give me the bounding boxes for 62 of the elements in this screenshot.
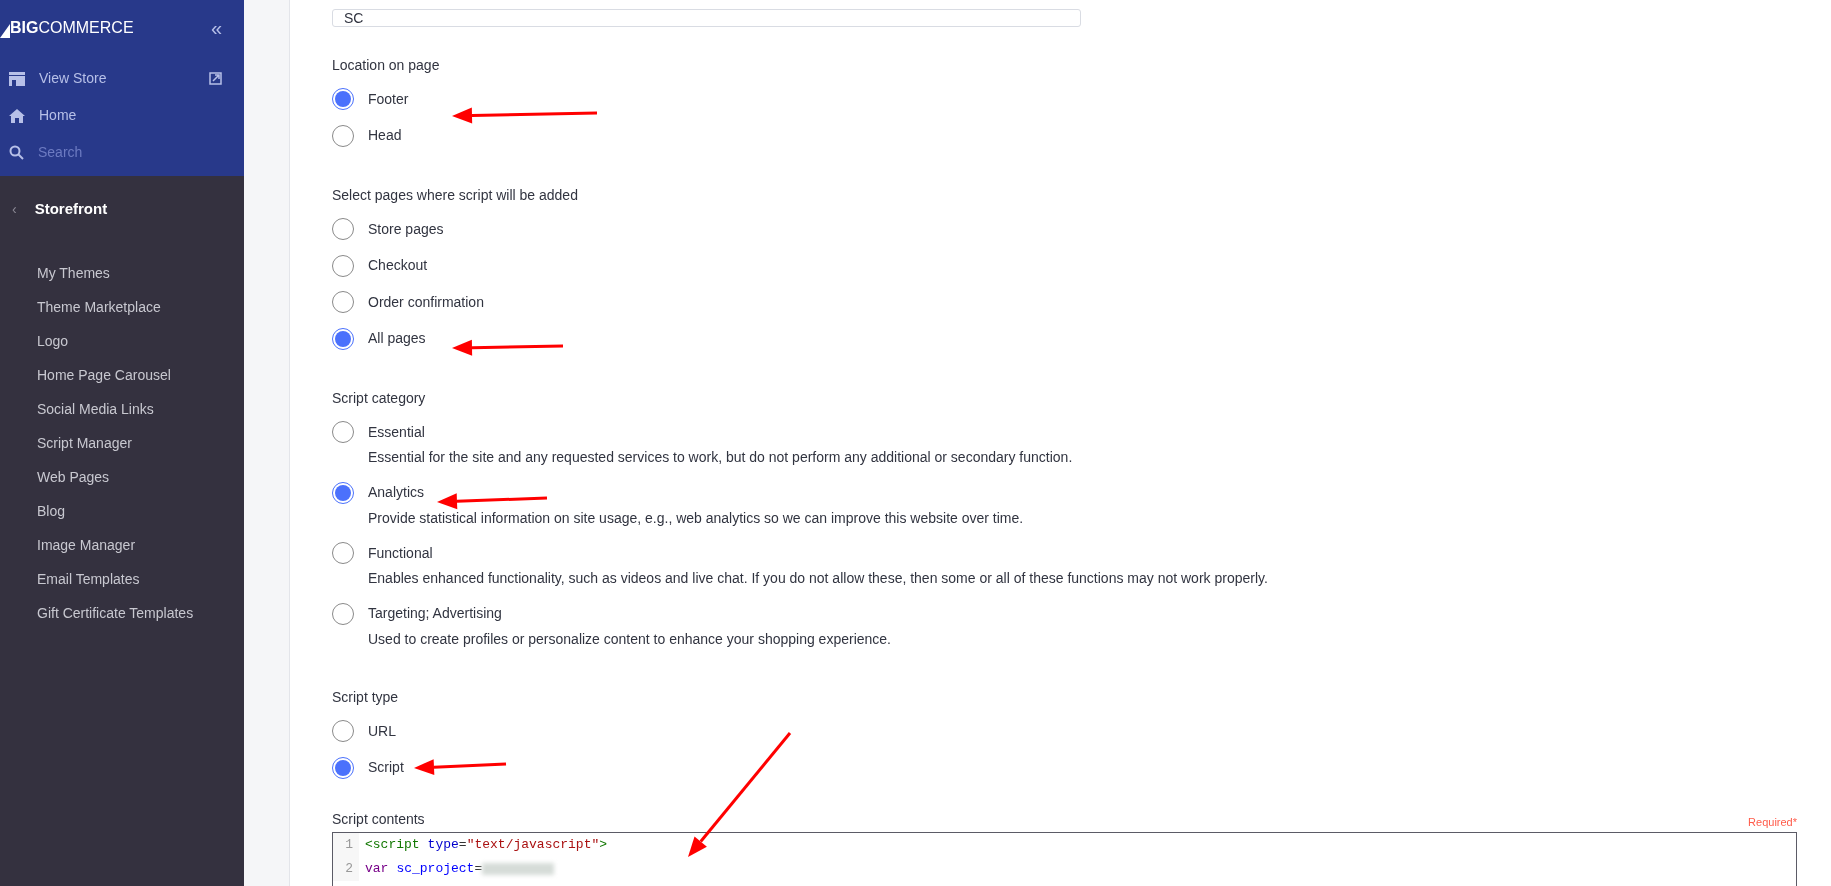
required-note: Required* [1748, 814, 1797, 830]
sidebar-item[interactable]: Web Pages [0, 460, 244, 494]
sidebar-item[interactable]: Logo [0, 324, 244, 358]
nav-link[interactable]: Home [0, 97, 244, 134]
option-description: Essential for the site and any requested services to work, but do not perform any additional or secondary function. [367, 448, 1074, 467]
radio-button[interactable] [332, 254, 354, 277]
option-label[interactable]: Checkout [368, 255, 428, 276]
option-label[interactable]: Essential [368, 421, 425, 443]
back-icon[interactable]: ‹ [12, 198, 17, 220]
code-line: var sc_project= [359, 859, 555, 879]
collapse-button[interactable]: « [210, 18, 222, 38]
logo[interactable]: BIGCOMMERCE [0, 18, 134, 38]
option-label[interactable]: Store pages [368, 218, 444, 240]
option-label[interactable]: Analytics [368, 482, 425, 503]
home-icon [9, 108, 25, 123]
radio-button[interactable] [332, 542, 354, 564]
radio-button[interactable] [332, 481, 354, 504]
code-editor[interactable]: 1 <script type="text/javascript"> 2 var sc_project= [332, 832, 1797, 886]
line-number: 1 [333, 833, 359, 857]
option-description: Provide statistical information on site usage, e.g., web analytics so we can improve this website over time. [367, 508, 1025, 528]
radio-button[interactable] [332, 218, 354, 240]
option-label[interactable]: All pages [368, 328, 426, 349]
option-label[interactable]: Script [368, 757, 404, 778]
sidebar-item[interactable]: Image Manager [0, 528, 244, 562]
option-description: Used to create profiles or personalize content to enhance your shopping experience. [367, 629, 892, 649]
sidebar-item[interactable]: Theme Marketplace [0, 290, 244, 324]
radio-button[interactable] [332, 602, 354, 625]
search-field[interactable]: Search [38, 142, 198, 163]
group-label: Select pages where script will be added [332, 186, 579, 205]
radio-button[interactable] [332, 756, 354, 779]
sidebar-item[interactable]: Social Media Links [0, 392, 244, 426]
external-link-icon [209, 72, 222, 85]
field-label: Script contents [332, 810, 425, 829]
nav-link[interactable]: View Store [0, 60, 244, 97]
group-label: Script type [332, 688, 400, 707]
option-description: Enables enhanced functionality, such as videos and live chat. If you do not allow these, then some or all of these functions may not work properly. [367, 569, 1269, 588]
section-title: Storefront [34, 198, 108, 219]
sidebar-item[interactable]: My Themes [0, 256, 244, 290]
option-label[interactable]: Head [368, 125, 402, 146]
sidebar-item[interactable]: Home Page Carousel [0, 358, 244, 392]
radio-button[interactable] [332, 720, 354, 742]
sidebar-item[interactable]: Script Manager [0, 426, 244, 460]
option-label[interactable]: URL [368, 720, 396, 742]
sidebar-item[interactable]: Email Templates [0, 562, 244, 596]
radio-button[interactable] [332, 291, 354, 313]
sidebar-item[interactable]: Blog [0, 494, 244, 528]
line-number: 2 [333, 857, 359, 881]
option-label[interactable]: Footer [368, 88, 409, 110]
group-label: Location on page [332, 56, 441, 75]
option-label[interactable]: Order confirmation [368, 291, 484, 313]
description-field[interactable]: SC [332, 9, 1081, 27]
radio-button[interactable] [332, 327, 354, 350]
radio-button[interactable] [332, 88, 354, 110]
option-label[interactable]: Targeting; Advertising [368, 603, 502, 624]
code-line: <script type="text/javascript"> [364, 836, 608, 855]
group-label: Script category [332, 389, 427, 408]
radio-button[interactable] [332, 124, 354, 147]
option-label[interactable]: Functional [368, 542, 433, 564]
search-icon [9, 145, 24, 160]
radio-button[interactable] [332, 421, 354, 443]
sidebar-item[interactable]: Gift Certificate Templates [0, 596, 244, 630]
store-icon [9, 71, 25, 86]
